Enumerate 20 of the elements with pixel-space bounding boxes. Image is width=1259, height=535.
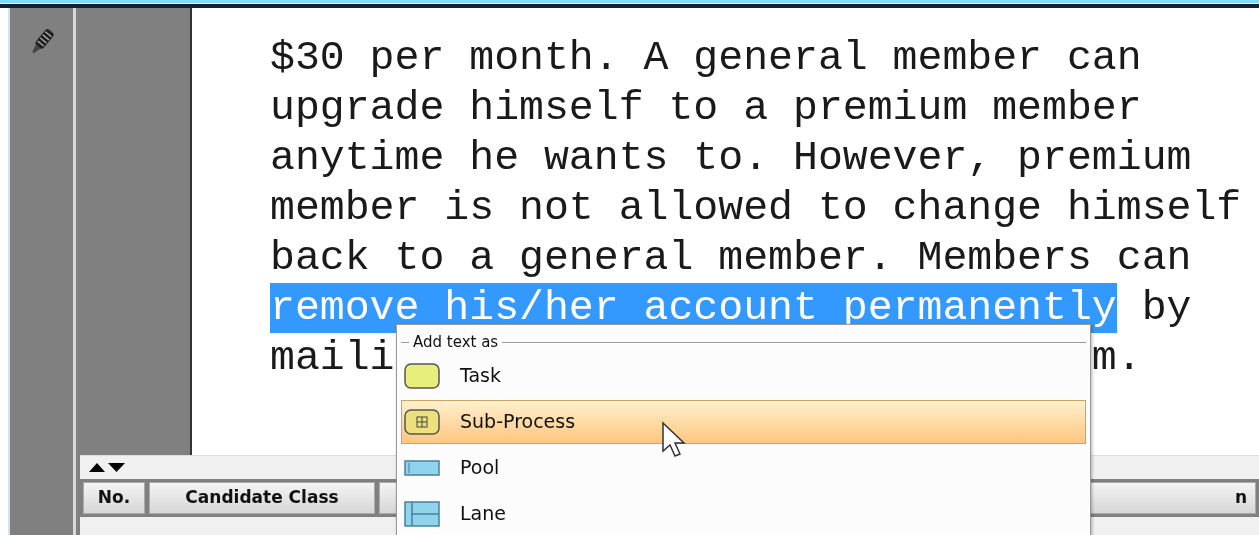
mouse-pointer-icon [661, 421, 687, 459]
menu-item[interactable]: Pool [401, 445, 1086, 490]
document-text: maili [270, 333, 395, 383]
pool-shape-icon [404, 459, 440, 476]
document-text: member is not allowed to change himself [270, 183, 1242, 233]
column-header[interactable]: Candidate Class [149, 482, 375, 514]
subprocess-shape-icon [404, 408, 440, 435]
document-text: m. [1091, 333, 1142, 383]
column-header[interactable]: No. [83, 482, 145, 514]
document-text: $30 per month. A general member can [270, 33, 1142, 83]
menu-item[interactable]: Sub-Process [401, 399, 1086, 444]
document-text: anytime he wants to. However, premium [270, 133, 1192, 183]
menu-title: Add text as [413, 332, 499, 353]
document-text: upgrade himself to a premium member [270, 83, 1142, 133]
menu-item[interactable]: Task [401, 353, 1086, 398]
task-shape-icon [404, 362, 440, 389]
document-text: by [1140, 283, 1192, 333]
lane-shape-icon [404, 500, 440, 527]
menu-item[interactable]: Lane [401, 491, 1086, 535]
document-text: back to a general member. Members can [270, 233, 1192, 283]
